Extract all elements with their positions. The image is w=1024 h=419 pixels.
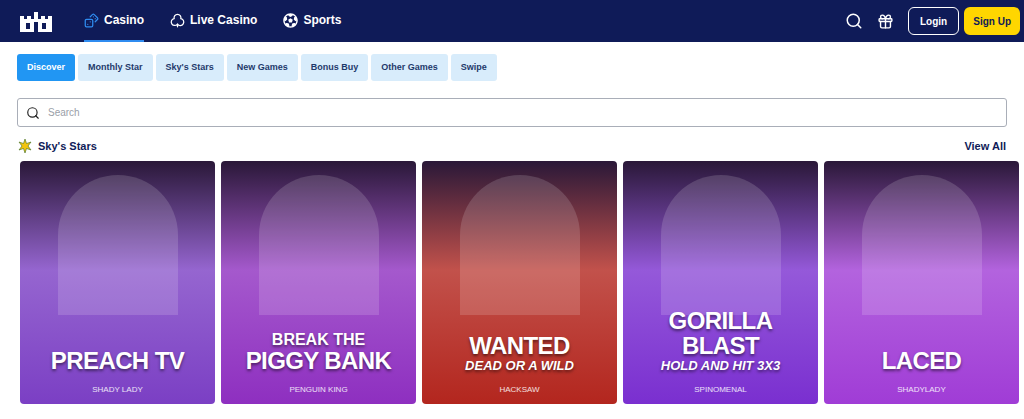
game-provider: SHADYLADY xyxy=(897,384,945,396)
gift-icon[interactable] xyxy=(877,13,894,30)
login-button[interactable]: Login xyxy=(908,7,959,35)
game-art xyxy=(460,175,580,315)
search-icon[interactable] xyxy=(845,12,863,30)
game-title: PIGGY BANK xyxy=(246,348,392,373)
castle-logo-icon[interactable] xyxy=(18,8,54,34)
game-card[interactable]: BREAK THEPIGGY BANK PENGUIN KING xyxy=(221,161,416,404)
nav-tab[interactable]: Casino xyxy=(84,0,144,42)
filter-pill[interactable]: Sky's Stars xyxy=(156,54,224,81)
search-field-icon xyxy=(26,106,40,120)
view-all-link[interactable]: View All xyxy=(964,138,1006,155)
casino-page: Casino Live Casino Sports LoginSign Up Disco… xyxy=(0,0,1024,419)
game-provider: HACKSAW xyxy=(499,384,539,396)
filter-pill[interactable]: New Games xyxy=(227,54,298,81)
game-title: BREAK THE xyxy=(272,331,365,349)
game-title: LACED xyxy=(882,348,962,373)
game-art xyxy=(862,175,982,315)
top-nav: Casino Live Casino Sports LoginSign Up xyxy=(0,0,1024,42)
filter-pill[interactable]: Discover xyxy=(17,54,75,81)
nav-tab[interactable]: Sports xyxy=(283,0,341,42)
game-art xyxy=(58,175,178,315)
game-provider: SHADY LADY xyxy=(92,384,143,396)
game-card[interactable]: GORILLA BLASTHOLD AND HIT 3X3 SPINOMENAL xyxy=(623,161,818,404)
game-art xyxy=(661,175,781,315)
game-title: WANTED xyxy=(469,333,569,358)
section-header: Sky's StarsView All xyxy=(18,138,1006,155)
game-title: DEAD OR A WILD xyxy=(465,358,574,374)
game-provider: PENGUIN KING xyxy=(289,384,347,396)
filter-pill[interactable]: Swipe xyxy=(451,54,497,81)
game-card[interactable]: PREACH TV SHADY LADY xyxy=(20,161,215,404)
game-art xyxy=(259,175,379,315)
game-provider: SPINOMENAL xyxy=(694,384,746,396)
game-row: PREACH TV SHADY LADY BREAK THEPIGGY BANK PE… xyxy=(0,161,1024,404)
game-title: GORILLA BLAST xyxy=(629,308,812,358)
game-title: PREACH TV xyxy=(51,348,184,373)
search-field[interactable]: Search xyxy=(17,98,1007,127)
filter-bar: DiscoverMonthly StarSky's StarsNew Games… xyxy=(0,54,1024,81)
nav-tab-icon xyxy=(84,13,99,28)
game-card[interactable]: LACED SHADYLADY xyxy=(824,161,1019,404)
filter-pill[interactable]: Bonus Buy xyxy=(301,54,369,81)
nav-tabs: Casino Live Casino Sports xyxy=(84,0,341,42)
nav-tab-icon xyxy=(170,13,185,28)
game-title: HOLD AND HIT 3X3 xyxy=(661,358,780,374)
filter-pill[interactable]: Monthly Star xyxy=(78,54,153,81)
nav-tab[interactable]: Live Casino xyxy=(170,0,257,42)
nav-tab-icon xyxy=(283,13,298,28)
filter-pill[interactable]: Other Games xyxy=(371,54,448,81)
starburst-icon xyxy=(18,139,32,153)
game-card[interactable]: WANTEDDEAD OR A WILD HACKSAW xyxy=(422,161,617,404)
signup-button[interactable]: Sign Up xyxy=(964,7,1020,35)
